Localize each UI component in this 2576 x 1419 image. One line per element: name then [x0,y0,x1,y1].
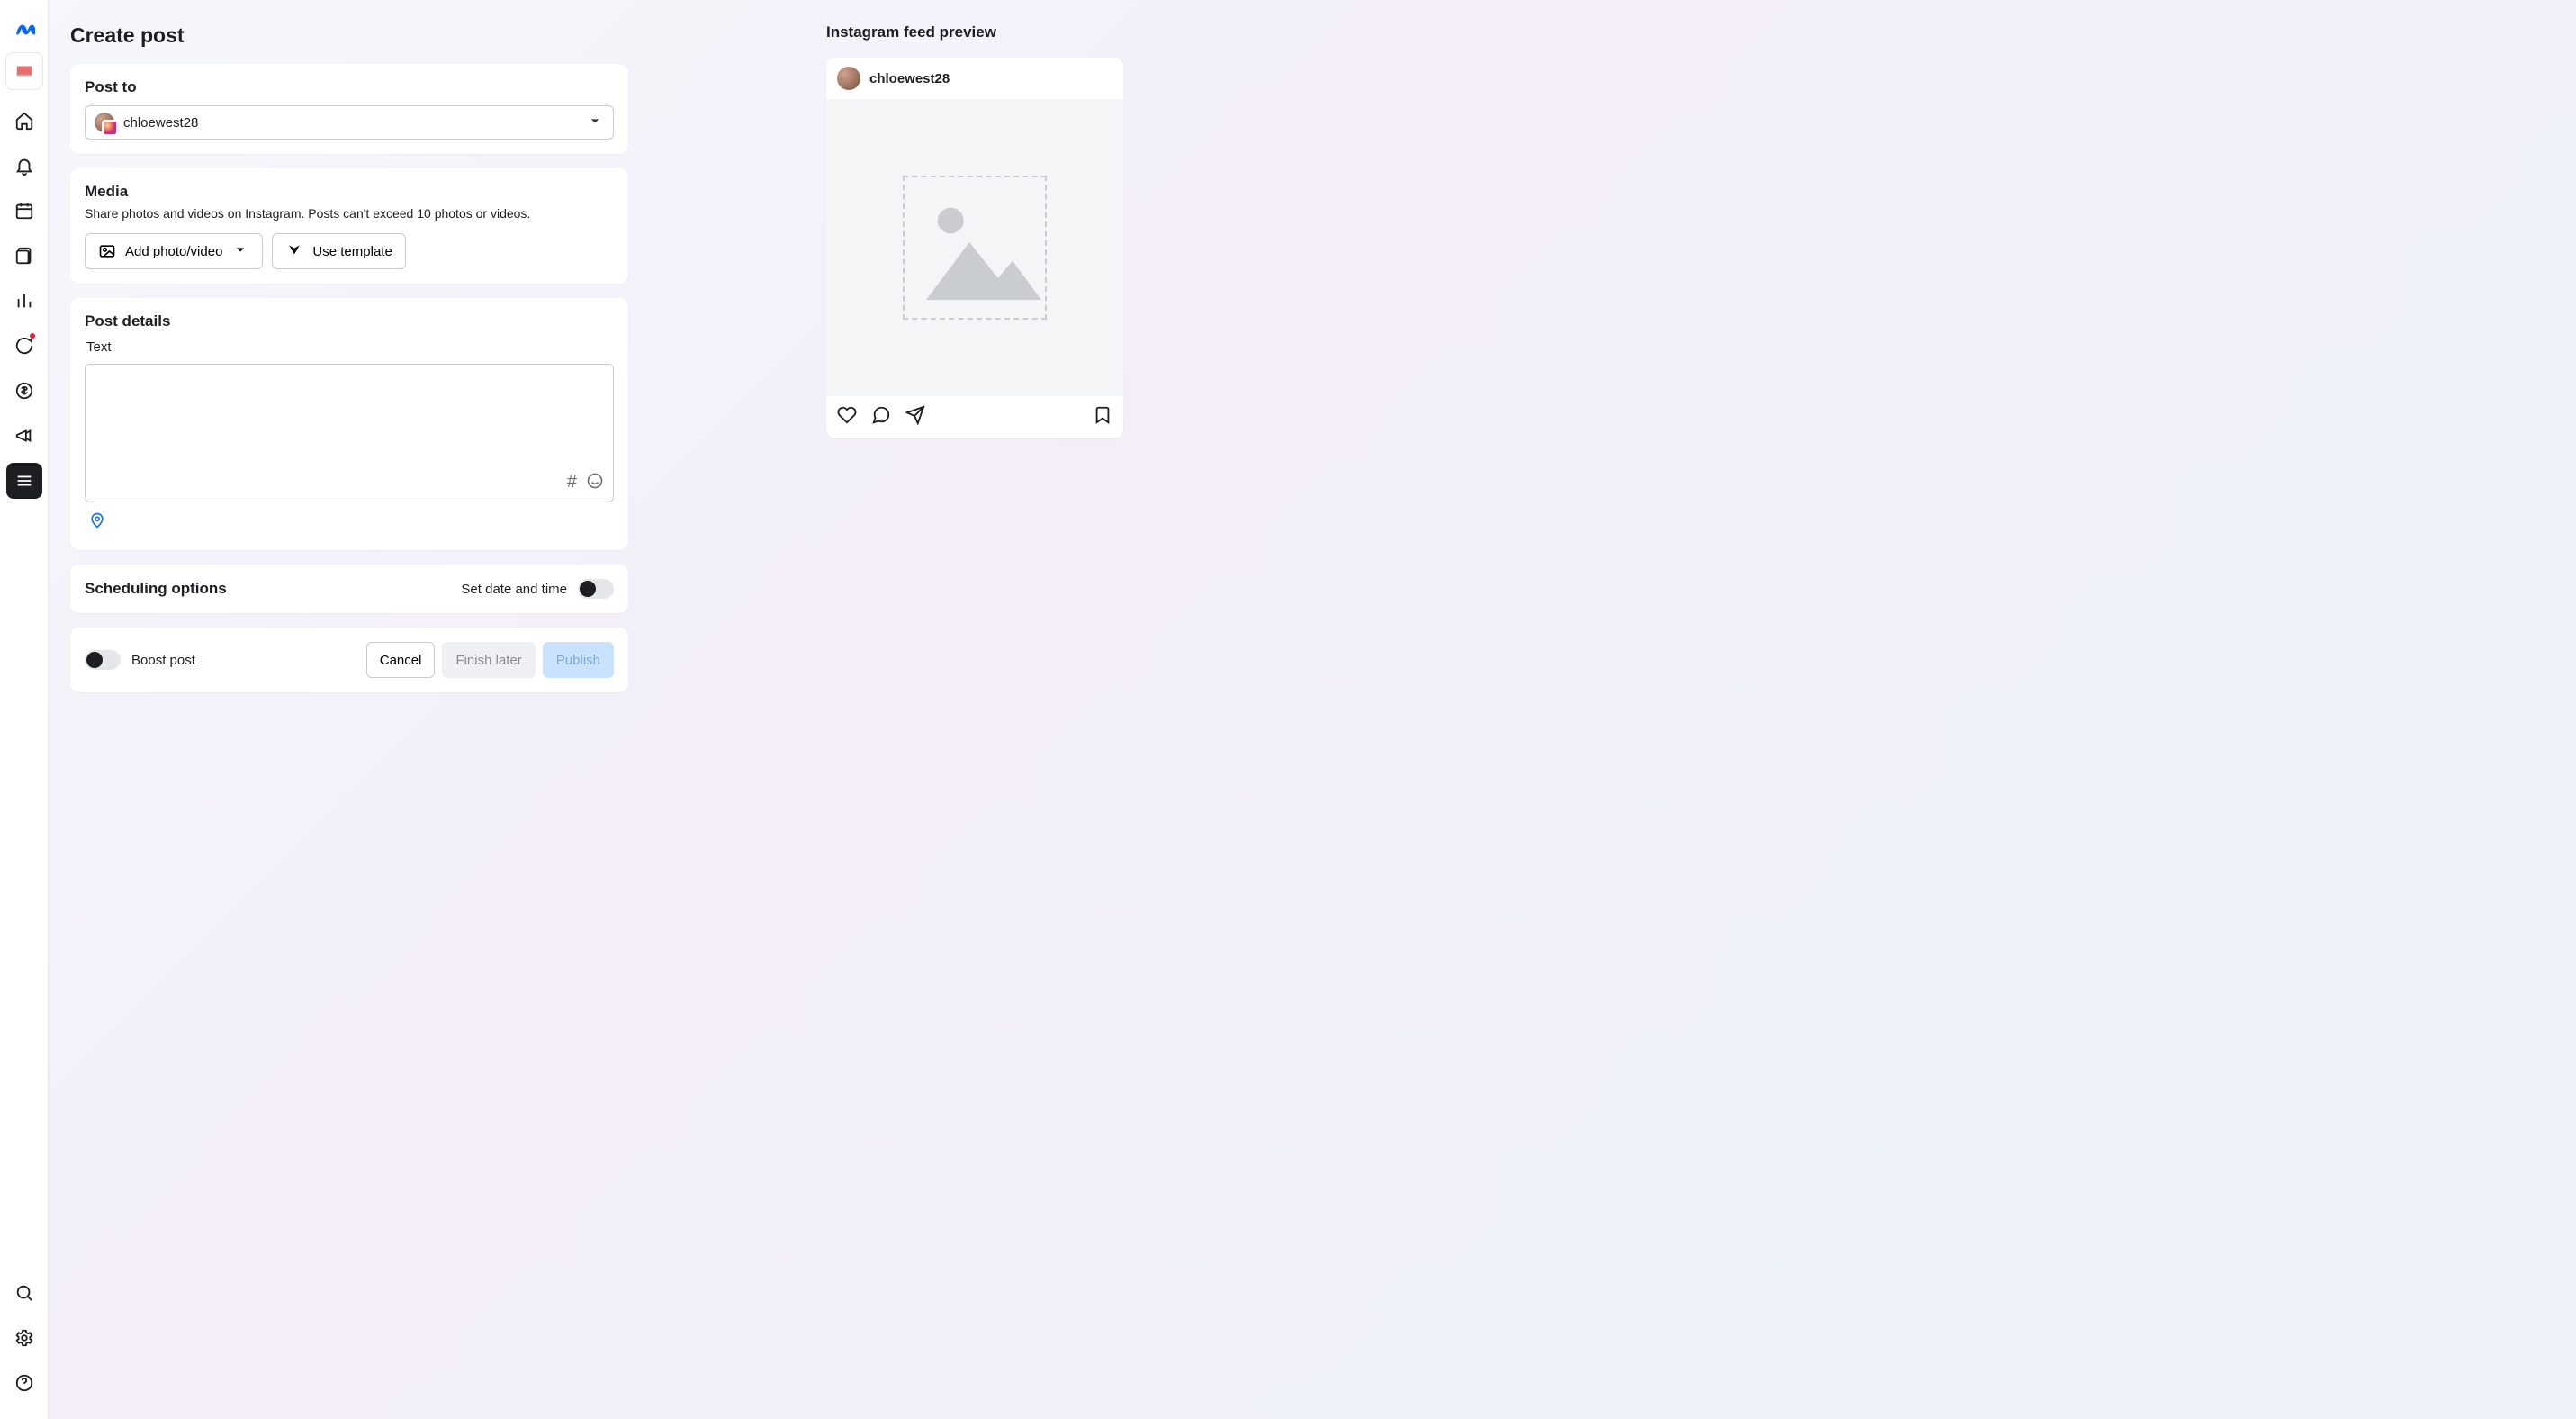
publish-label: Publish [556,653,600,668]
share-icon [905,405,925,429]
media-card: Media Share photos and videos on Instagr… [70,168,628,284]
sidebar-item-notifications[interactable] [6,148,42,184]
account-select[interactable]: chloewest28 [85,105,614,140]
post-details-card: Post details Text # [70,298,628,550]
emoji-icon[interactable] [586,472,604,494]
sidebar-item-monetization[interactable] [6,373,42,409]
scheduling-toggle[interactable] [578,579,614,599]
notification-dot [30,333,35,339]
scheduling-heading: Scheduling options [85,580,227,598]
media-subtext: Share photos and videos on Instagram. Po… [85,206,614,221]
meta-logo [9,14,40,45]
heart-icon [837,405,857,429]
sidebar-item-search[interactable] [6,1275,42,1311]
add-media-label: Add photo/video [125,244,222,259]
scheduling-label: Set date and time [461,582,567,597]
use-template-label: Use template [312,244,392,259]
account-name: chloewest28 [123,115,577,131]
toggle-knob [580,581,596,597]
toggle-knob [86,652,103,668]
chevron-down-icon [231,240,249,262]
nav-list [6,103,42,499]
finish-later-label: Finish later [455,653,521,668]
cancel-label: Cancel [380,653,422,668]
boost-label: Boost post [131,653,195,668]
preview-username: chloewest28 [869,71,950,86]
text-field-wrap: # [85,364,614,502]
hashtag-icon[interactable]: # [567,472,577,494]
sidebar-item-content[interactable] [6,238,42,274]
instagram-preview-card: chloewest28 [826,58,1123,438]
add-media-button[interactable]: Add photo/video [85,233,263,269]
cancel-button[interactable]: Cancel [366,642,436,678]
post-to-card: Post to chloewest28 [70,64,628,154]
text-label: Text [86,339,614,355]
use-template-button[interactable]: Use template [272,233,405,269]
sidebar-bottom [6,1275,42,1406]
sidebar-item-inbox[interactable] [6,328,42,364]
preview-media-placeholder [826,99,1123,396]
sidebar-item-all-tools[interactable] [6,463,42,499]
location-icon[interactable] [88,518,106,533]
image-placeholder-icon [903,176,1047,320]
post-details-heading: Post details [85,312,614,330]
sidebar-item-settings[interactable] [6,1320,42,1356]
page-title: Create post [70,23,628,48]
sidebar-item-insights[interactable] [6,283,42,319]
sidebar [0,0,49,1419]
post-to-heading: Post to [85,78,614,96]
media-heading: Media [85,183,614,201]
footer-card: Boost post Cancel Finish later Publish [70,628,628,692]
main: Create post Post to chloewest28 Media Sh… [49,0,2576,1419]
chevron-down-icon [586,112,604,134]
sidebar-item-ads[interactable] [6,418,42,454]
preview-column: Instagram feed preview chloewest28 [826,23,1123,438]
template-icon [285,242,303,260]
workspace-tile[interactable] [5,52,43,90]
sidebar-item-planner[interactable] [6,193,42,229]
caption-textarea[interactable] [86,365,613,464]
composer-column: Create post Post to chloewest28 Media Sh… [70,23,628,707]
image-icon [98,242,116,260]
comment-icon [871,405,891,429]
sidebar-item-help[interactable] [6,1365,42,1401]
finish-later-button[interactable]: Finish later [442,642,535,678]
preview-avatar [837,67,860,90]
scheduling-card: Scheduling options Set date and time [70,565,628,613]
boost-toggle[interactable] [85,650,121,670]
preview-heading: Instagram feed preview [826,23,1123,41]
publish-button[interactable]: Publish [543,642,614,678]
sidebar-item-home[interactable] [6,103,42,139]
account-avatar [95,113,114,132]
bookmark-icon [1093,405,1112,429]
